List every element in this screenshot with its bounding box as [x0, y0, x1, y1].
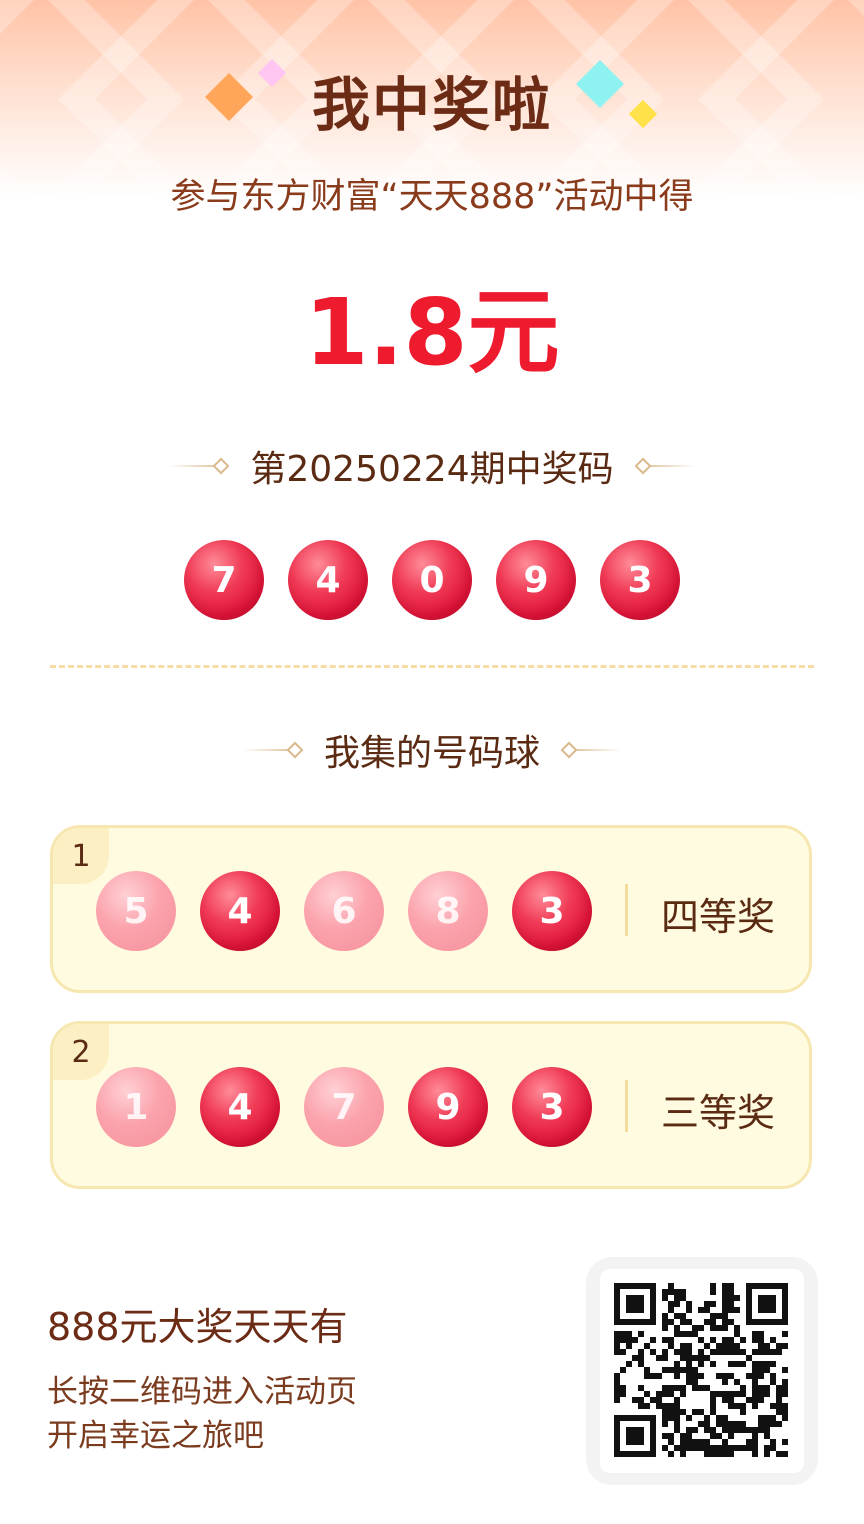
ticket-ball: 8 — [408, 871, 488, 951]
ticket-index: 2 — [53, 1024, 109, 1080]
ticket-ball: 6 — [304, 871, 384, 951]
qr-code-card[interactable] — [586, 1257, 818, 1485]
result-subtitle: 参与东方财富“天天888”活动中得 — [170, 177, 694, 217]
footer-instruction: 开启幸运之旅吧 — [47, 1418, 264, 1454]
draw-ball: 9 — [496, 540, 576, 620]
decorative-line — [639, 465, 696, 467]
decorative-line — [565, 749, 622, 751]
ticket-ball: 7 — [304, 1067, 384, 1147]
card-separator — [625, 1080, 628, 1132]
draw-title-row: 第20250224期中奖码 — [0, 440, 864, 492]
ticket-card: 2 1 4 7 9 3 三等奖 — [50, 1021, 812, 1189]
prize-amount: 1.8元 — [304, 279, 560, 386]
draw-ball: 0 — [392, 540, 472, 620]
decorative-line — [168, 465, 225, 467]
ticket-ball-matched: 4 — [200, 871, 280, 951]
ticket-ball-matched: 9 — [408, 1067, 488, 1147]
draw-ball: 3 — [600, 540, 680, 620]
ticket-index: 1 — [53, 828, 109, 884]
collection-title: 我集的号码球 — [323, 733, 540, 774]
ticket-ball-matched: 3 — [512, 871, 592, 951]
qr-code-icon[interactable] — [600, 1269, 804, 1473]
decorative-line — [242, 749, 299, 751]
ticket-ball-matched: 3 — [512, 1067, 592, 1147]
page-title: 我中奖啦 — [311, 71, 552, 139]
ticket-ball: 1 — [96, 1067, 176, 1147]
footer-title: 888元大奖天天有 — [47, 1305, 348, 1349]
ticket-card: 1 5 4 6 8 3 四等奖 — [50, 825, 812, 993]
prize-level: 四等奖 — [661, 895, 776, 939]
draw-title: 第20250224期中奖码 — [250, 449, 614, 490]
collection-title-row: 我集的号码球 — [0, 724, 864, 776]
prize-level: 三等奖 — [661, 1091, 776, 1135]
ticket-ball: 5 — [96, 871, 176, 951]
ticket-ball-matched: 4 — [200, 1067, 280, 1147]
footer-instruction: 长按二维码进入活动页 — [47, 1374, 357, 1410]
card-separator — [625, 884, 628, 936]
draw-ball: 4 — [288, 540, 368, 620]
divider — [50, 665, 814, 668]
draw-ball: 7 — [184, 540, 264, 620]
